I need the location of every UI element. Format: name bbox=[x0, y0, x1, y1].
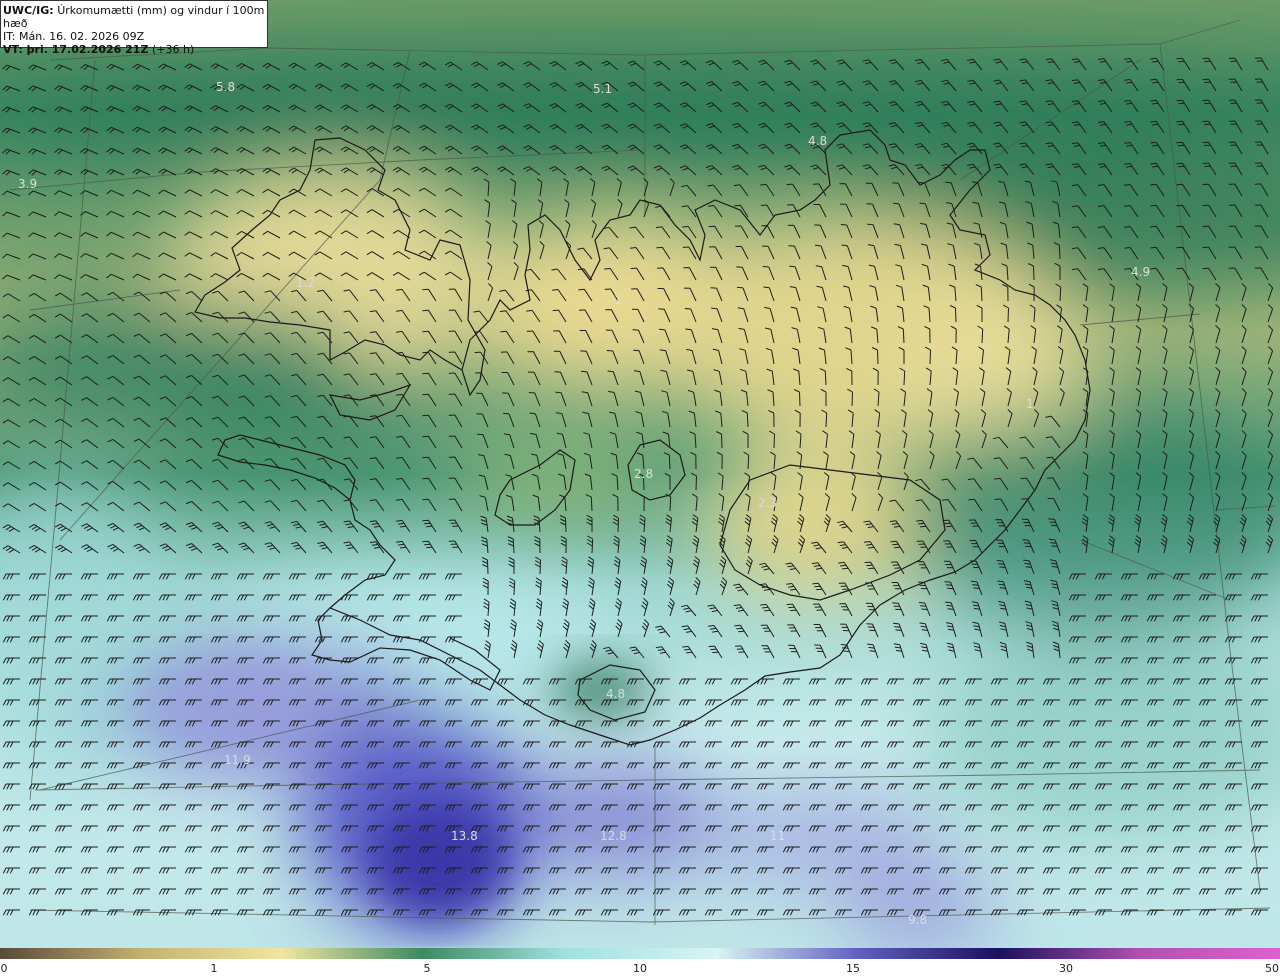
map-info-panel: UWC/IG: Úrkomumætti (mm) og vindur í 100… bbox=[0, 0, 268, 56]
value-label: 1.2 bbox=[296, 276, 315, 290]
colorbar-tick: 5 bbox=[423, 962, 431, 975]
colorbar-tick: 0 bbox=[0, 962, 8, 975]
valid-offset: (+36 h) bbox=[151, 43, 195, 56]
value-label: 1 bbox=[614, 293, 622, 307]
colorbar: 0 1 5 10 15 30 50 bbox=[0, 948, 1280, 978]
value-label: 4.8 bbox=[808, 134, 827, 148]
colorbar-tick: 30 bbox=[1059, 962, 1073, 975]
colorbar-strip bbox=[0, 948, 1280, 959]
model-name: UWC/IG: bbox=[3, 4, 54, 17]
value-label: 3.9 bbox=[18, 177, 37, 191]
valid-time-line: VT: þri. 17.02.2026 21Z (+36 h) bbox=[3, 43, 267, 56]
colorbar-tick: 1 bbox=[210, 962, 218, 975]
value-label: 2.3 bbox=[758, 496, 777, 510]
colorbar-tick: 50 bbox=[1265, 962, 1279, 975]
value-label: 1 bbox=[1026, 397, 1034, 411]
title-line: UWC/IG: Úrkomumætti (mm) og vindur í 100… bbox=[3, 4, 267, 30]
value-label: 2.8 bbox=[634, 467, 653, 481]
precipitation-wind-map: 5.8 5.1 3.9 4.8 4.9 1.2 1 1 2.8 2.3 4.8 … bbox=[0, 0, 1280, 948]
value-label: 4.9 bbox=[1131, 265, 1150, 279]
valid-time: VT: þri. 17.02.2026 21Z bbox=[3, 43, 149, 56]
value-label: 13.8 bbox=[451, 829, 478, 843]
value-label: 9.8 bbox=[908, 913, 927, 927]
colorbar-tick: 10 bbox=[633, 962, 647, 975]
value-label: 4.8 bbox=[606, 687, 625, 701]
init-time: IT: Mán. 16. 02. 2026 09Z bbox=[3, 30, 145, 43]
value-label: 11.9 bbox=[224, 753, 251, 767]
colorbar-tick: 15 bbox=[846, 962, 860, 975]
value-label: 12.8 bbox=[600, 829, 627, 843]
value-label: 5.8 bbox=[216, 80, 235, 94]
value-label: 5.1 bbox=[593, 82, 612, 96]
value-label: 11 bbox=[770, 829, 785, 843]
